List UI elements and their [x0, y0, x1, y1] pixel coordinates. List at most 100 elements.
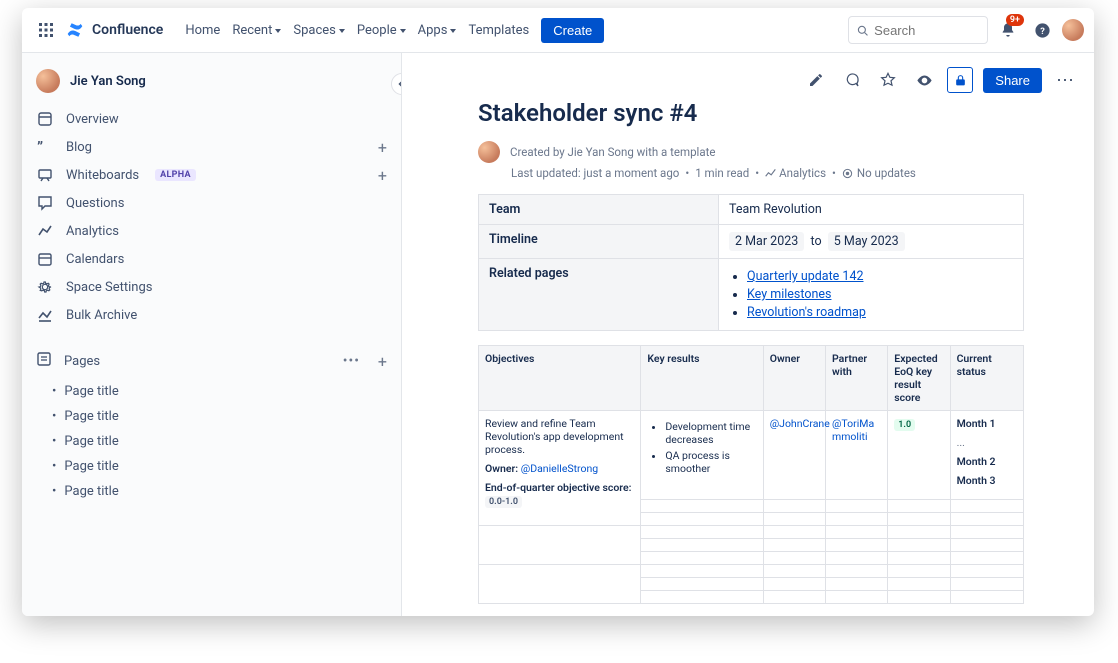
- obj-header: Key results: [641, 346, 763, 411]
- author-avatar[interactable]: [478, 141, 500, 163]
- edit-icon[interactable]: [803, 67, 829, 93]
- page-tree-item[interactable]: Page title: [22, 379, 401, 404]
- app-switcher-icon[interactable]: [32, 16, 60, 44]
- sidebar-item-overview[interactable]: Overview: [22, 105, 401, 133]
- obj-header: Partner with: [826, 346, 888, 411]
- share-button[interactable]: Share: [983, 68, 1042, 93]
- row-partner[interactable]: @ToriMammoliti: [832, 417, 874, 443]
- overview-icon: [36, 111, 54, 127]
- sidebar-item-label: Overview: [66, 112, 119, 127]
- updates-status[interactable]: No updates: [842, 166, 916, 180]
- page-tree-item[interactable]: Page title: [22, 429, 401, 454]
- obj-text: Review and refine Team Revolution's app …: [485, 417, 634, 456]
- space-name: Jie Yan Song: [70, 74, 146, 89]
- help-icon[interactable]: ?: [1028, 16, 1056, 44]
- related-link[interactable]: Key milestones: [747, 287, 831, 302]
- meta-team-label: Team: [479, 195, 719, 225]
- meta-team-value: Team Revolution: [719, 195, 1024, 225]
- space-header[interactable]: Jie Yan Song: [22, 63, 401, 105]
- meta-timeline-value: 2 Mar 2023 to 5 May 2023: [719, 225, 1024, 259]
- related-link[interactable]: Quarterly update 142: [747, 269, 864, 284]
- byline-author[interactable]: Jie Yan Song: [568, 145, 634, 159]
- date-to[interactable]: 5 May 2023: [828, 232, 905, 251]
- row-score: 1.0: [894, 419, 915, 431]
- obj-eoq-chip: 0.0-1.0: [485, 496, 522, 508]
- pages-header[interactable]: Pages ••• +: [22, 343, 401, 379]
- svg-text:?: ?: [1040, 26, 1045, 37]
- sidebar-item-blog[interactable]: ” Blog +: [22, 133, 401, 161]
- meta-related-value: Quarterly update 142 Key milestones Revolu…: [719, 259, 1024, 331]
- comment-icon[interactable]: [839, 67, 865, 93]
- page-tree-item[interactable]: Page title: [22, 454, 401, 479]
- nav-templates[interactable]: Templates: [462, 19, 535, 42]
- sidebar-item-label: Blog: [66, 140, 92, 155]
- svg-text:”: ”: [37, 139, 43, 155]
- sidebar-item-questions[interactable]: Questions: [22, 189, 401, 217]
- related-link[interactable]: Revolution's roadmap: [747, 305, 866, 320]
- question-icon: [36, 195, 54, 211]
- pages-more-icon[interactable]: •••: [343, 353, 360, 369]
- status-line: Month 1: [957, 417, 1017, 430]
- page-tree-item[interactable]: Page title: [22, 404, 401, 429]
- sidebar-item-label: Space Settings: [66, 280, 152, 295]
- main-content: Share ⋯ Stakeholder sync #4 Created by J…: [402, 53, 1094, 616]
- search-input[interactable]: [874, 23, 979, 38]
- alpha-badge: ALPHA: [155, 169, 196, 181]
- page-tree-item[interactable]: Page title: [22, 479, 401, 504]
- sidebar-item-whiteboards[interactable]: Whiteboards ALPHA +: [22, 161, 401, 189]
- notifications-icon[interactable]: 9+: [994, 16, 1022, 44]
- restrictions-button[interactable]: [947, 67, 973, 93]
- date-from[interactable]: 2 Mar 2023: [729, 232, 804, 251]
- gear-icon: [36, 279, 54, 295]
- nav-apps[interactable]: Apps: [412, 19, 463, 42]
- chevron-down-icon: [400, 29, 406, 33]
- add-icon[interactable]: +: [378, 166, 387, 185]
- add-icon[interactable]: +: [378, 138, 387, 157]
- obj-header: Owner: [763, 346, 825, 411]
- product-name[interactable]: Confluence: [92, 22, 163, 38]
- sidebar-item-bulk-archive[interactable]: Bulk Archive: [22, 301, 401, 329]
- create-button[interactable]: Create: [541, 18, 604, 43]
- sidebar-item-calendars[interactable]: Calendars: [22, 245, 401, 273]
- byline: Created by Jie Yan Song with a template: [478, 141, 1024, 163]
- status-line: Month 2: [957, 455, 1017, 468]
- byline-suffix: with a template: [634, 145, 716, 159]
- search-icon: [857, 24, 868, 37]
- profile-avatar[interactable]: [1062, 19, 1084, 41]
- nav-home[interactable]: Home: [179, 19, 226, 42]
- row-owner[interactable]: @JohnCrane: [770, 417, 830, 430]
- sidebar: Jie Yan Song Overview ” Blog + Whiteboards AL…: [22, 53, 402, 616]
- nav-recent[interactable]: Recent: [226, 19, 287, 42]
- watch-icon[interactable]: [911, 67, 937, 93]
- sidebar-item-label: Analytics: [66, 224, 119, 239]
- obj-owner-label: Owner:: [485, 462, 518, 475]
- star-icon[interactable]: [875, 67, 901, 93]
- analytics-icon: [765, 168, 776, 179]
- byline-sub: Last updated: just a moment ago • 1 min …: [511, 166, 1024, 180]
- sidebar-item-label: Whiteboards: [66, 168, 139, 183]
- objectives-empty-row: [479, 565, 1024, 578]
- kr-item: Development time decreases: [665, 420, 756, 446]
- search-box[interactable]: [848, 16, 988, 44]
- page-action-bar: Share ⋯: [402, 53, 1094, 93]
- sidebar-item-label: Calendars: [66, 252, 124, 267]
- whiteboard-icon: [36, 167, 54, 183]
- pages-add-icon[interactable]: +: [378, 352, 387, 371]
- nav-spaces[interactable]: Spaces: [287, 19, 351, 42]
- obj-owner-mention[interactable]: @DanielleStrong: [521, 462, 598, 475]
- sidebar-item-space-settings[interactable]: Space Settings: [22, 273, 401, 301]
- confluence-logo-icon[interactable]: [66, 21, 84, 39]
- status-line: ...: [957, 436, 1017, 449]
- sidebar-item-analytics[interactable]: Analytics: [22, 217, 401, 245]
- kr-item: QA process is smoother: [665, 449, 756, 475]
- sidebar-item-label: Bulk Archive: [66, 308, 137, 323]
- analytics-icon: [36, 223, 54, 239]
- more-actions-icon[interactable]: ⋯: [1052, 70, 1078, 91]
- space-avatar: [36, 69, 60, 93]
- analytics-link[interactable]: Analytics: [765, 166, 826, 180]
- pages-label: Pages: [64, 354, 100, 369]
- meta-timeline-label: Timeline: [479, 225, 719, 259]
- nav-people[interactable]: People: [351, 19, 412, 42]
- objectives-row: Review and refine Team Revolution's app …: [479, 411, 1024, 500]
- page-title: Stakeholder sync #4: [478, 99, 1024, 127]
